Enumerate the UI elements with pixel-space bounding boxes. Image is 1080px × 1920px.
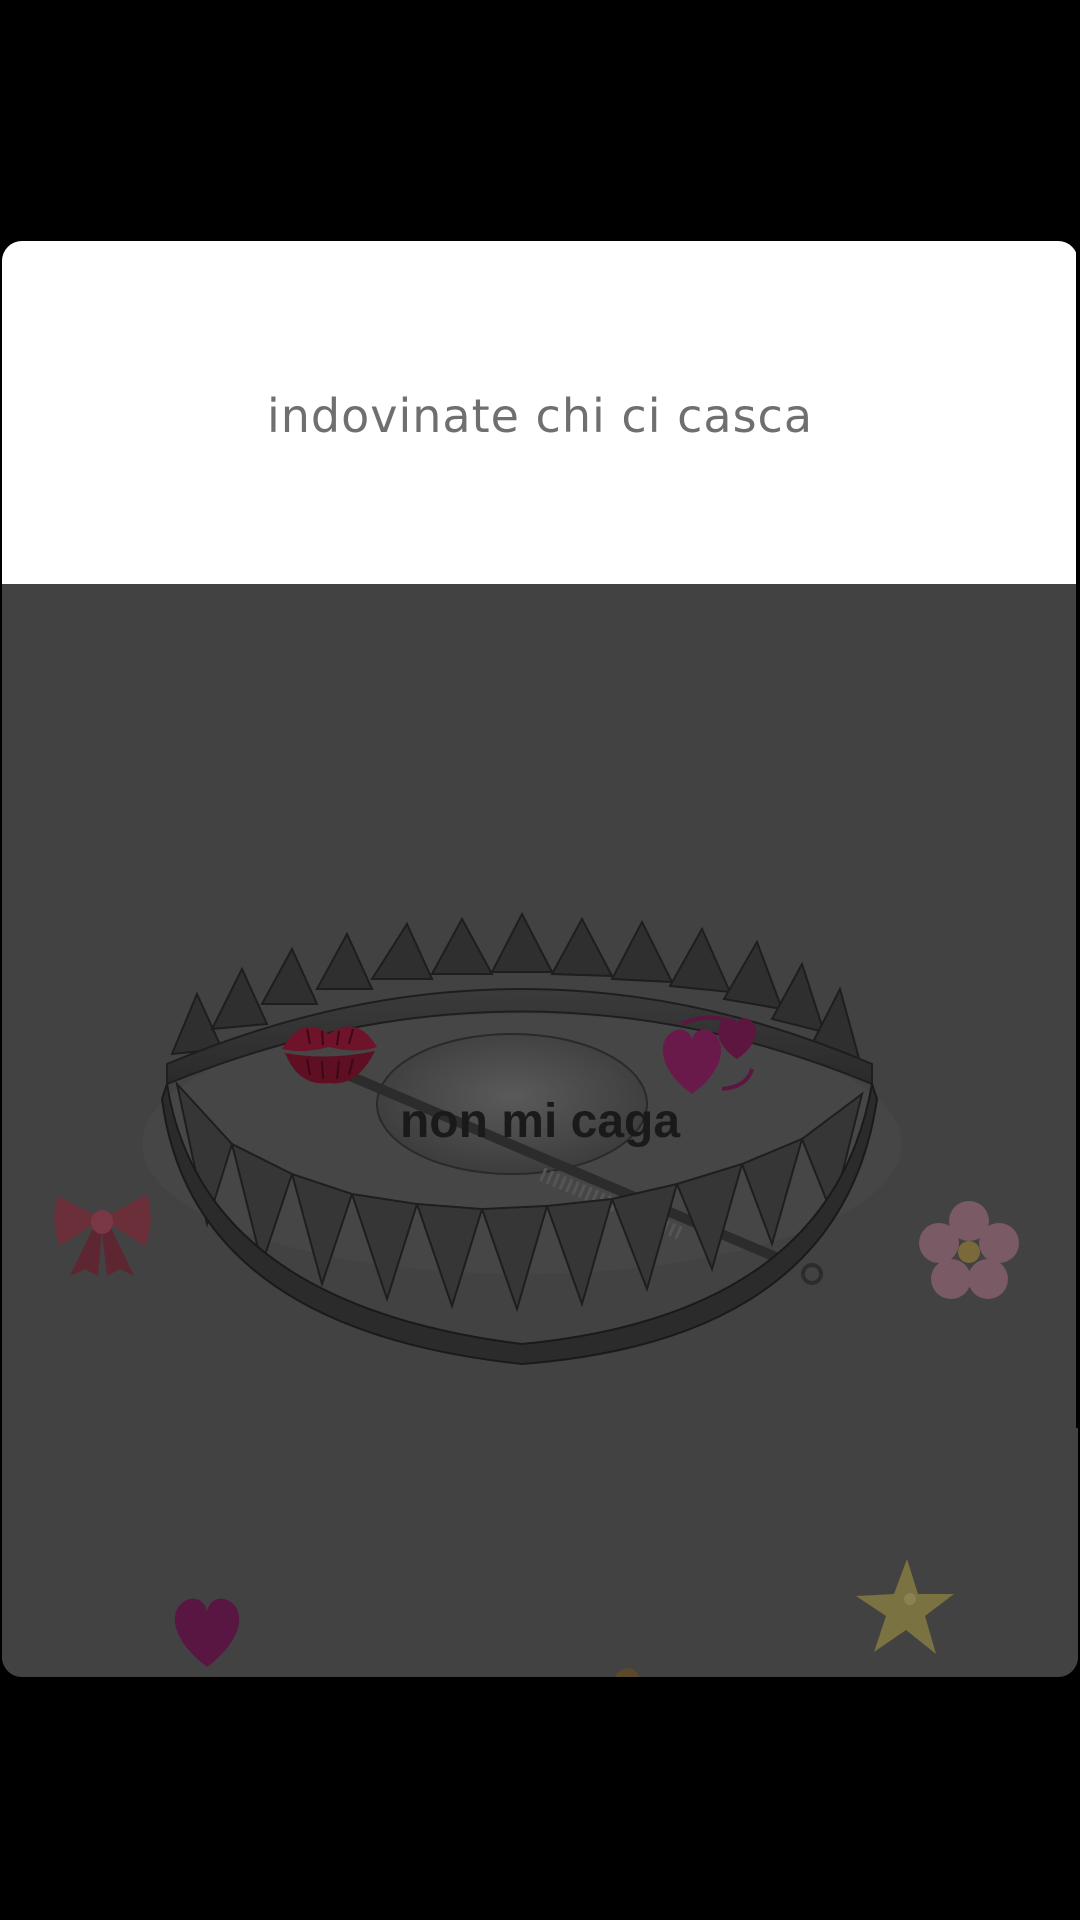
screen-edge bbox=[1076, 128, 1080, 1428]
overlay-text: non mi caga bbox=[399, 1095, 681, 1148]
post-image[interactable]: non mi caga bbox=[2, 584, 1078, 1677]
cherry-blossom-icon bbox=[919, 1201, 1019, 1299]
two-hearts-icon bbox=[662, 1015, 756, 1094]
screen: indovinate chi ci casca non mi caga bbox=[0, 0, 1080, 1920]
purple-heart-icon bbox=[174, 1598, 240, 1667]
star-icon bbox=[856, 1559, 954, 1654]
kiss-mark-icon bbox=[282, 1026, 377, 1084]
post-caption: indovinate chi ci casca bbox=[266, 389, 814, 443]
caption-area: indovinate chi ci casca bbox=[2, 241, 1078, 584]
ribbon-bow-icon bbox=[54, 1194, 151, 1276]
leopard-icon bbox=[615, 1668, 639, 1677]
post-card[interactable]: indovinate chi ci casca non mi caga bbox=[2, 241, 1078, 1677]
